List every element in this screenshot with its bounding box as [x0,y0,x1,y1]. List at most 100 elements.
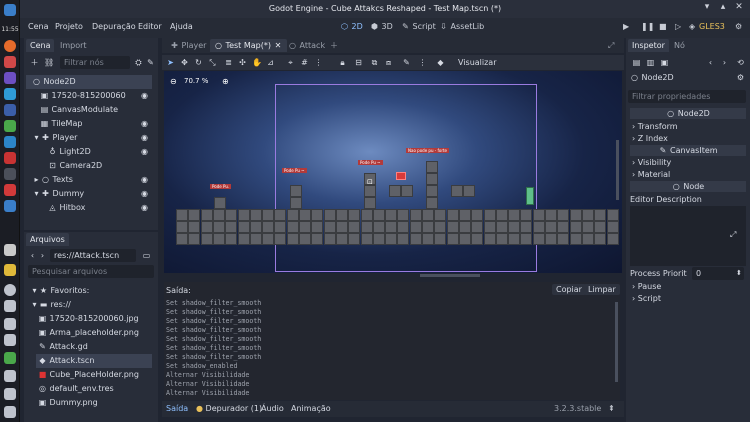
add-node-icon[interactable]: ＋ [30,58,39,67]
distraction-free-icon[interactable]: ⤢ [604,39,618,52]
filter-nodes-input[interactable]: Filtrar nós [60,56,130,69]
tree-node-canvasmodulate[interactable]: ▤ CanvasModulate [26,103,152,117]
file-item[interactable]: ✎ Attack.gd [38,340,88,354]
tree-node-camera2d[interactable]: ⊡ Camera2D [26,159,152,173]
link-icon[interactable]: ⛓ [44,58,54,67]
filter-properties-input[interactable]: Filtrar propriedades [628,90,746,103]
tab-attack[interactable]: ○ Attack [284,39,329,52]
output-log[interactable]: Set shadow_filter_smooth Set shadow_filt… [164,299,614,397]
menu-editor[interactable]: Editor [138,22,162,31]
new-resource-icon[interactable]: ▤ [632,58,641,67]
visibility-icon[interactable]: ◉ [141,131,148,145]
path-field[interactable]: res://Attack.tscn [50,249,136,262]
stop-icon[interactable]: ■ [656,21,670,32]
camera-icon[interactable] [4,318,16,330]
move-tool-icon[interactable]: ✥ [180,58,189,67]
maximize-icon[interactable]: ▴ [716,2,730,16]
group-icon[interactable]: ⧉ [370,58,379,67]
firefox-icon[interactable] [4,40,16,52]
section-script[interactable]: › Script [632,293,748,304]
expand-panel-icon[interactable]: ⇞ [608,404,615,413]
play-icon[interactable]: ▶ [620,21,632,32]
app-icon[interactable] [4,136,16,148]
script-icon[interactable]: ✎ [146,58,155,67]
load-resource-icon[interactable]: ▥ [646,58,655,67]
tree-node-tilemap[interactable]: ▦ TileMap ◉ [26,117,152,131]
section-visibility[interactable]: › Visibility [632,157,748,168]
tab-import[interactable]: Import [56,39,91,52]
workspace-2d[interactable]: ⬡ 2D [337,21,366,32]
app-icon[interactable] [4,120,16,132]
lock-icon[interactable]: 🔒︎ [338,58,347,67]
tab-test-map[interactable]: ○ Test Map(*) ✕ [210,39,287,52]
rotate-tool-icon[interactable]: ↻ [194,58,203,67]
player-sprite[interactable] [396,172,406,180]
menu-depuracao[interactable]: Depuração [92,22,136,31]
instance-scene-icon[interactable]: ⛭ [134,58,143,67]
file-item[interactable]: ▣ Dummy.png [38,396,98,410]
back-icon[interactable]: ‹ [28,251,37,260]
tab-animacao[interactable]: Animação [291,404,331,413]
new-tab-icon[interactable]: ＋ [326,39,342,52]
minimize-icon[interactable]: ▾ [700,2,714,16]
scale-tool-icon[interactable]: ⤡ [208,58,217,67]
pivot-icon[interactable]: ✣ [238,58,247,67]
file-item[interactable]: ■ Cube_PlaceHolder.png [38,368,139,382]
play-custom-icon[interactable]: ◈ [686,21,698,32]
file-item[interactable]: ▣ Arma_placeholder.png [38,326,139,340]
tab-cena[interactable]: Cena [26,39,55,52]
ungroup-icon[interactable]: ⧈ [384,58,393,67]
zoom-in-icon[interactable]: ⊕ [222,77,229,86]
section-pause[interactable]: › Pause [632,281,748,292]
select-tool-icon[interactable]: ➤ [166,58,175,67]
chevron-down-icon[interactable]: ▾ [32,133,41,142]
spinner-icon[interactable]: ⬍ [736,269,742,277]
tab-saida[interactable]: Saída [166,404,188,413]
visibility-icon[interactable]: ◉ [141,89,148,103]
save-icon[interactable]: ▣ [660,58,669,67]
app-launcher-icon[interactable] [4,4,16,16]
chevron-right-icon[interactable]: ▸ [32,175,41,184]
visibility-icon[interactable]: ◉ [141,117,148,131]
visibility-icon[interactable]: ◉ [141,201,148,215]
app-icon[interactable] [4,200,16,212]
view-options-icon[interactable]: ⋮ [418,58,427,67]
smart-snap-icon[interactable]: ⌖ [286,58,295,67]
app-icon[interactable] [4,388,16,400]
app-icon[interactable] [4,244,16,256]
visibility-icon[interactable]: ◉ [141,145,148,159]
app-icon[interactable] [4,56,16,68]
workspace-script[interactable]: ✎ Script [398,21,439,32]
dummy-sprite[interactable] [526,187,534,205]
close-icon[interactable]: ✕ [732,2,746,16]
tab-arquivos[interactable]: Arquivos [26,233,69,246]
close-icon[interactable]: ✕ [274,41,283,50]
attachment-icon[interactable] [4,300,16,312]
snap-options-icon[interactable]: ⋮ [314,58,323,67]
file-item-selected[interactable]: ◆ Attack.tscn [36,354,152,368]
viewport-scrollbar-horizontal[interactable] [420,274,480,277]
tab-inspetor[interactable]: Inspetor [628,39,669,52]
keyframe-icon[interactable]: ◆ [436,58,445,67]
app-icon[interactable] [4,88,16,100]
object-tools-icon[interactable]: ⚙ [737,73,744,82]
menu-cena[interactable]: Cena [28,22,48,31]
settings-icon[interactable]: ⚙ [732,21,745,32]
tab-no[interactable]: Nó [670,39,689,52]
forward-icon[interactable]: › [38,251,47,260]
copy-button[interactable]: Copiar [552,284,586,295]
favorites-row[interactable]: ▾ ★ Favoritos: [30,284,89,298]
res-root-row[interactable]: ▾ ▬ res:// [30,298,70,312]
tab-depurador[interactable]: ● Depurador (1) [196,404,262,413]
tree-node-node2d[interactable]: ○ Node2D [26,75,152,89]
section-material[interactable]: › Material [632,169,748,180]
expand-icon[interactable]: ⤢ [730,230,736,240]
tab-audio[interactable]: Áudio [261,404,284,413]
list-select-icon[interactable]: ≣ [224,58,233,67]
chevron-down-icon[interactable]: ▾ [32,189,41,198]
tree-node-player[interactable]: ▾ ✚ Player ◉ [26,131,152,145]
clear-button[interactable]: Limpar [584,284,620,295]
tree-node-hitbox[interactable]: ◬ Hitbox ◉ [26,201,152,215]
zoom-level[interactable]: 70.7 % [184,77,208,85]
app-icon[interactable] [4,184,16,196]
